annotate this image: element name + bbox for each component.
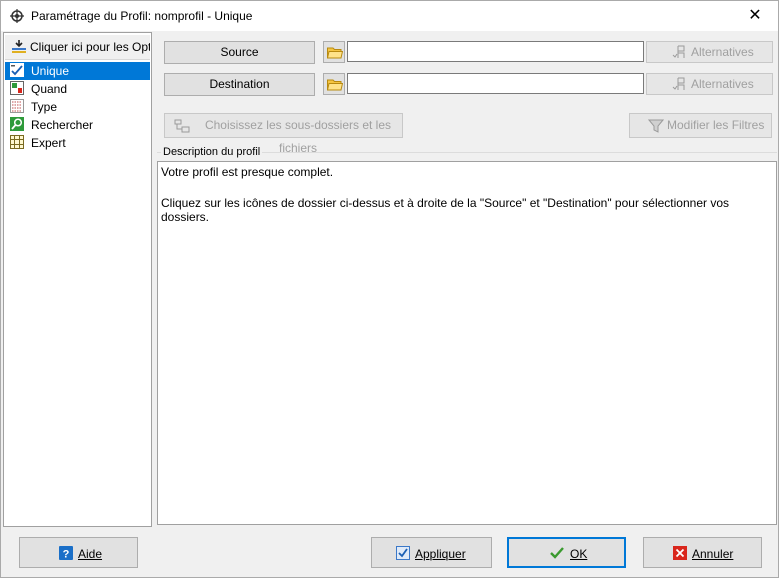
- source-alternatives-button[interactable]: Alternatives: [646, 41, 773, 63]
- folder-icon: [327, 79, 343, 91]
- unique-icon: [10, 63, 24, 77]
- profile-settings-window: Paramétrage du Profil: nomprofil - Uniqu…: [0, 0, 779, 578]
- expert-icon: [10, 135, 24, 149]
- close-button[interactable]: ✕: [732, 1, 778, 31]
- search-icon: [10, 117, 24, 131]
- destination-alternatives-button[interactable]: Alternatives: [646, 73, 773, 95]
- destination-folder-button[interactable]: [323, 73, 345, 95]
- cancel-icon: [673, 546, 687, 560]
- description-group-label: Description du profil: [161, 146, 263, 158]
- sidebar: Cliquer ici pour les Opti Unique Quand T…: [3, 32, 152, 527]
- ok-button[interactable]: OK: [507, 537, 626, 568]
- apply-icon: [396, 546, 410, 560]
- sidebar-item-label: Rechercher: [31, 118, 94, 132]
- source-button-label: Source: [220, 45, 259, 59]
- cancel-label: Annuler: [692, 547, 734, 561]
- sidebar-item-label: Type: [31, 100, 58, 114]
- modify-filters-button[interactable]: Modifier les Filtres: [629, 113, 772, 138]
- svg-text:?: ?: [63, 549, 70, 561]
- options-button-label: Cliquer ici pour les Opti: [30, 40, 150, 54]
- app-icon: [10, 9, 24, 23]
- sidebar-item-label: Expert: [31, 136, 66, 150]
- sidebar-item-rechercher[interactable]: Rechercher: [5, 116, 150, 134]
- help-button[interactable]: ? Aide: [19, 537, 138, 568]
- source-folder-button[interactable]: [323, 41, 345, 63]
- ok-label: OK: [570, 547, 588, 561]
- destination-path-input[interactable]: [347, 73, 644, 94]
- sidebar-item-unique[interactable]: Unique: [5, 62, 150, 80]
- window-title: Paramétrage du Profil: nomprofil - Uniqu…: [31, 9, 253, 23]
- alternatives-label: Alternatives: [691, 77, 754, 91]
- alternatives-icon: [672, 77, 685, 90]
- sidebar-item-label: Unique: [31, 64, 70, 78]
- description-line: Votre profil est presque complet.: [161, 165, 334, 179]
- sidebar-item-expert[interactable]: Expert: [5, 134, 150, 152]
- type-icon: [10, 99, 24, 113]
- destination-button-label: Destination: [209, 77, 270, 91]
- choose-subfolders-button[interactable]: Choisissez les sous-dossiers et les fich…: [164, 113, 403, 155]
- sidebar-item-label: Quand: [31, 82, 68, 96]
- help-icon: ?: [59, 546, 73, 560]
- options-icon: [12, 40, 26, 53]
- profile-description: Votre profil est presque complet. Clique…: [157, 161, 777, 525]
- apply-button[interactable]: Appliquer: [371, 537, 492, 568]
- cancel-button[interactable]: Annuler: [643, 537, 762, 568]
- source-button[interactable]: Source: [164, 41, 315, 64]
- folder-icon: [327, 47, 343, 59]
- destination-button[interactable]: Destination: [164, 73, 315, 96]
- quand-icon: [10, 81, 24, 95]
- alternatives-label: Alternatives: [691, 45, 754, 59]
- alternatives-icon: [672, 45, 685, 58]
- title-bar: Paramétrage du Profil: nomprofil - Uniqu…: [1, 1, 778, 31]
- source-path-input[interactable]: [347, 41, 644, 62]
- subfolders-icon: [174, 119, 190, 133]
- options-button[interactable]: Cliquer ici pour les Opti: [5, 35, 150, 60]
- checkmark-icon: [550, 547, 564, 559]
- help-label: Aide: [78, 547, 103, 561]
- description-line: Cliquez sur les icônes de dossier ci-des…: [161, 196, 729, 224]
- apply-label: Appliquer: [415, 547, 466, 561]
- modify-filters-label: Modifier les Filtres: [667, 118, 765, 132]
- sidebar-item-type[interactable]: Type: [5, 98, 150, 116]
- filter-icon: [648, 119, 664, 133]
- sidebar-item-quand[interactable]: Quand: [5, 80, 150, 98]
- close-icon: ✕: [748, 7, 762, 24]
